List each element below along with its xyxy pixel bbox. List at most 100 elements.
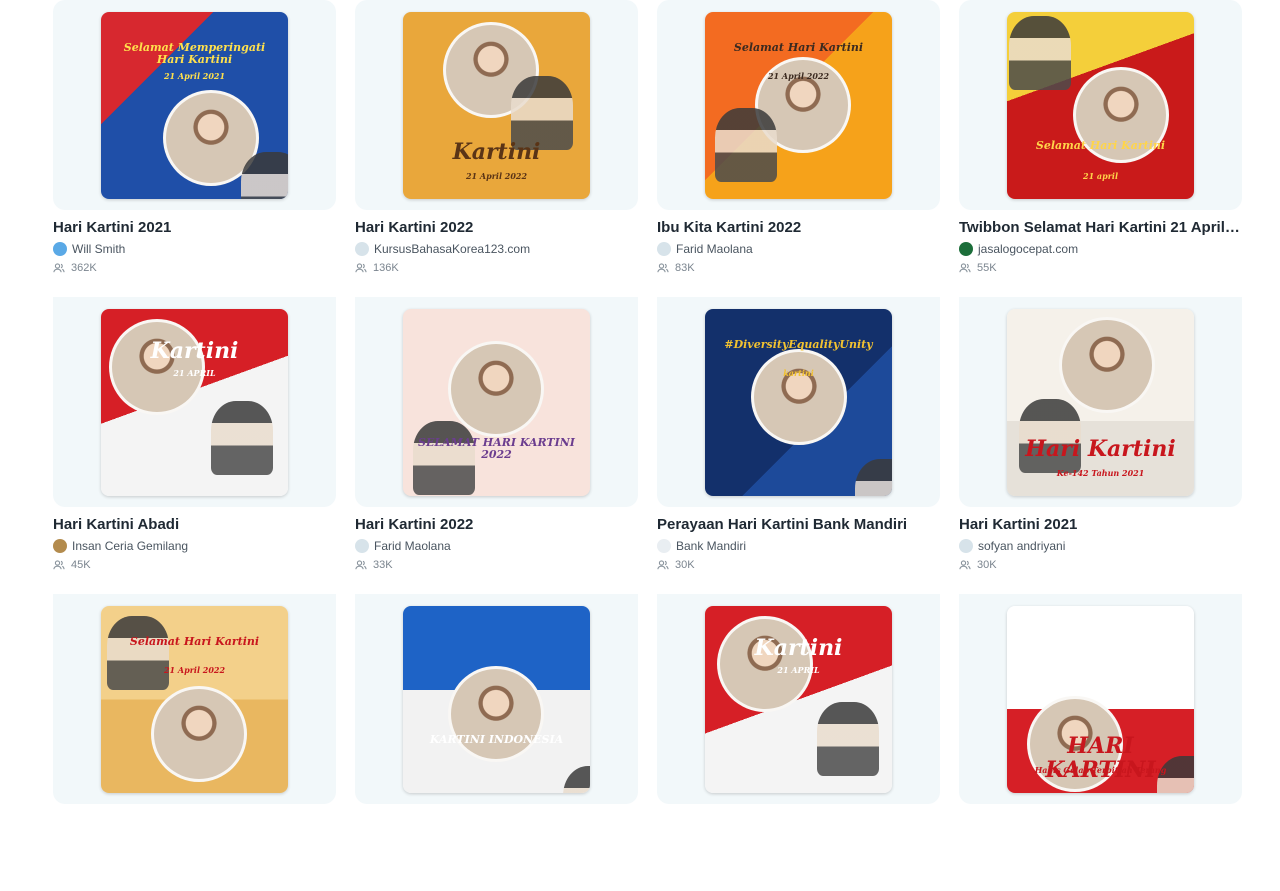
campaign-title[interactable] [53, 813, 336, 832]
thumbnail-caption: Hari Kartini [1025, 435, 1176, 462]
campaign-thumbnail-frame[interactable]: Kartini 21 APRIL [53, 297, 336, 507]
campaign-stats: 45K [53, 557, 336, 572]
campaign-thumbnail[interactable]: KARTINI INDONESIA [403, 605, 590, 793]
campaign-author[interactable]: Insan Ceria Gemilang [53, 538, 336, 554]
thumbnail-caption: KARTINI INDONESIA [429, 732, 564, 746]
thumbnail-caption: SELAMAT HARI KARTINI 2022 [418, 435, 575, 461]
photo-placeholder [109, 318, 205, 415]
campaign-grid: Selamat Memperingati Hari Kartini 21 Apr… [53, 0, 1242, 891]
thumbnail-caption: HARI KARTINI [1045, 732, 1156, 783]
campaign-card[interactable]: Hari Kartini Ke-142 Tahun 2021 Hari Kart… [959, 297, 1242, 594]
campaign-thumbnail-frame[interactable]: #DiversityEqualityUnity kartini [657, 297, 940, 507]
campaign-card[interactable]: Selamat Hari Kartini 21 April 2022 Ibu K… [657, 0, 940, 297]
campaign-thumbnail[interactable]: Selamat Memperingati Hari Kartini 21 Apr… [101, 11, 288, 199]
thumbnail-subcaption: kartini [783, 367, 814, 378]
campaign-stats [657, 854, 940, 869]
campaign-title[interactable]: Hari Kartini 2022 [355, 219, 638, 238]
portrait-illustration [715, 107, 777, 182]
campaign-thumbnail[interactable]: Selamat Hari Kartini 21 april [1007, 11, 1194, 199]
campaign-card[interactable]: Kartini 21 APRIL [657, 594, 940, 891]
campaign-author[interactable]: jasalogocepat.com [959, 241, 1242, 257]
campaign-thumbnail[interactable]: Selamat Hari Kartini 21 April 2022 [705, 11, 892, 199]
campaign-author[interactable] [53, 835, 336, 851]
campaign-title[interactable]: Perayaan Hari Kartini Bank Mandiri [657, 516, 940, 535]
campaign-author[interactable]: Farid Maolana [657, 241, 940, 257]
campaign-thumbnail[interactable]: HARI KARTINI Habis Gelap Terbitlah Teran… [1007, 605, 1194, 793]
uses-count: 362K [71, 261, 97, 274]
campaign-thumbnail[interactable]: Kartini 21 APRIL [705, 605, 892, 793]
campaign-author[interactable]: Will Smith [53, 241, 336, 257]
campaign-card[interactable]: Kartini 21 APRIL Hari Kartini Abadi Insa… [53, 297, 336, 594]
campaign-card[interactable]: Selamat Memperingati Hari Kartini 21 Apr… [53, 0, 336, 297]
campaign-stats: 30K [657, 557, 940, 572]
users-icon [53, 262, 65, 272]
campaign-thumbnail-frame[interactable]: KARTINI INDONESIA [355, 594, 638, 804]
users-icon [355, 559, 367, 569]
uses-count: 55K [977, 261, 997, 274]
campaign-thumbnail-frame[interactable]: HARI KARTINI Habis Gelap Terbitlah Teran… [959, 594, 1242, 804]
campaign-card[interactable]: Kartini 21 April 2022 Hari Kartini 2022 … [355, 0, 638, 297]
author-name: sofyan andriyani [978, 539, 1066, 553]
thumbnail-caption: Kartini [150, 337, 239, 364]
campaign-thumbnail-frame[interactable]: Selamat Hari Kartini 21 April 2022 [657, 0, 940, 210]
avatar [53, 539, 67, 553]
campaign-author[interactable] [657, 835, 940, 851]
campaign-card[interactable]: Selamat Hari Kartini 21 April 2022 [53, 594, 336, 891]
thumbnail-subcaption: 21 April 2021 [163, 70, 226, 81]
campaign-card[interactable]: SELAMAT HARI KARTINI 2022 Hari Kartini 2… [355, 297, 638, 594]
avatar [53, 242, 67, 256]
campaign-author[interactable]: Bank Mandiri [657, 538, 940, 554]
campaign-title[interactable]: Hari Kartini 2021 [959, 516, 1242, 535]
campaign-card[interactable]: HARI KARTINI Habis Gelap Terbitlah Teran… [959, 594, 1242, 891]
thumbnail-caption: #DiversityEqualityUnity [724, 337, 873, 351]
campaign-author[interactable]: KursusBahasaKorea123.com [355, 241, 638, 257]
thumbnail-caption: Kartini [754, 634, 843, 661]
campaign-title[interactable] [355, 813, 638, 832]
portrait-illustration [107, 615, 169, 690]
users-icon [355, 262, 367, 272]
campaign-thumbnail[interactable]: Kartini 21 APRIL [101, 308, 288, 496]
photo-placeholder [448, 665, 544, 762]
campaign-thumbnail[interactable]: Kartini 21 April 2022 [403, 11, 590, 199]
portrait-illustration [817, 701, 879, 776]
photo-placeholder [751, 348, 847, 445]
portrait-illustration [1009, 15, 1071, 90]
campaign-thumbnail-frame[interactable]: Kartini 21 APRIL [657, 594, 940, 804]
campaign-thumbnail[interactable]: Hari Kartini Ke-142 Tahun 2021 [1007, 308, 1194, 496]
campaign-title[interactable] [959, 813, 1242, 832]
campaign-card[interactable]: Selamat Hari Kartini 21 april Twibbon Se… [959, 0, 1242, 297]
thumbnail-subcaption: Ke-142 Tahun 2021 [1056, 467, 1145, 478]
campaign-title[interactable]: Hari Kartini 2021 [53, 219, 336, 238]
campaign-thumbnail-frame[interactable]: SELAMAT HARI KARTINI 2022 [355, 297, 638, 507]
campaign-title[interactable] [657, 813, 940, 832]
campaign-thumbnail[interactable]: #DiversityEqualityUnity kartini [705, 308, 892, 496]
uses-count: 33K [373, 558, 393, 571]
campaign-title[interactable]: Twibbon Selamat Hari Kartini 21 April 20… [959, 219, 1242, 238]
campaign-stats: 55K [959, 260, 1242, 275]
campaign-thumbnail[interactable]: SELAMAT HARI KARTINI 2022 [403, 308, 590, 496]
campaign-card[interactable]: #DiversityEqualityUnity kartini Perayaan… [657, 297, 940, 594]
uses-count: 30K [675, 558, 695, 571]
campaign-thumbnail-frame[interactable]: Selamat Hari Kartini 21 april [959, 0, 1242, 210]
author-name: Will Smith [72, 242, 126, 256]
campaign-author[interactable] [355, 835, 638, 851]
campaign-card[interactable]: KARTINI INDONESIA [355, 594, 638, 891]
campaign-title[interactable]: Hari Kartini 2022 [355, 516, 638, 535]
campaign-thumbnail-frame[interactable]: Selamat Memperingati Hari Kartini 21 Apr… [53, 0, 336, 210]
users-icon [657, 559, 669, 569]
campaign-author[interactable] [959, 835, 1242, 851]
campaign-title[interactable]: Ibu Kita Kartini 2022 [657, 219, 940, 238]
campaign-stats: 136K [355, 260, 638, 275]
campaign-title[interactable]: Hari Kartini Abadi [53, 516, 336, 535]
campaign-stats [53, 854, 336, 869]
campaign-author[interactable]: Farid Maolana [355, 538, 638, 554]
thumbnail-subcaption: 21 april [1083, 170, 1118, 181]
portrait-illustration [211, 400, 273, 475]
campaign-author[interactable]: sofyan andriyani [959, 538, 1242, 554]
campaign-thumbnail-frame[interactable]: Kartini 21 April 2022 [355, 0, 638, 210]
author-name: Farid Maolana [676, 242, 753, 256]
campaign-thumbnail-frame[interactable]: Selamat Hari Kartini 21 April 2022 [53, 594, 336, 804]
campaign-thumbnail-frame[interactable]: Hari Kartini Ke-142 Tahun 2021 [959, 297, 1242, 507]
thumbnail-subcaption: 21 April 2022 [465, 170, 528, 181]
campaign-thumbnail[interactable]: Selamat Hari Kartini 21 April 2022 [101, 605, 288, 793]
